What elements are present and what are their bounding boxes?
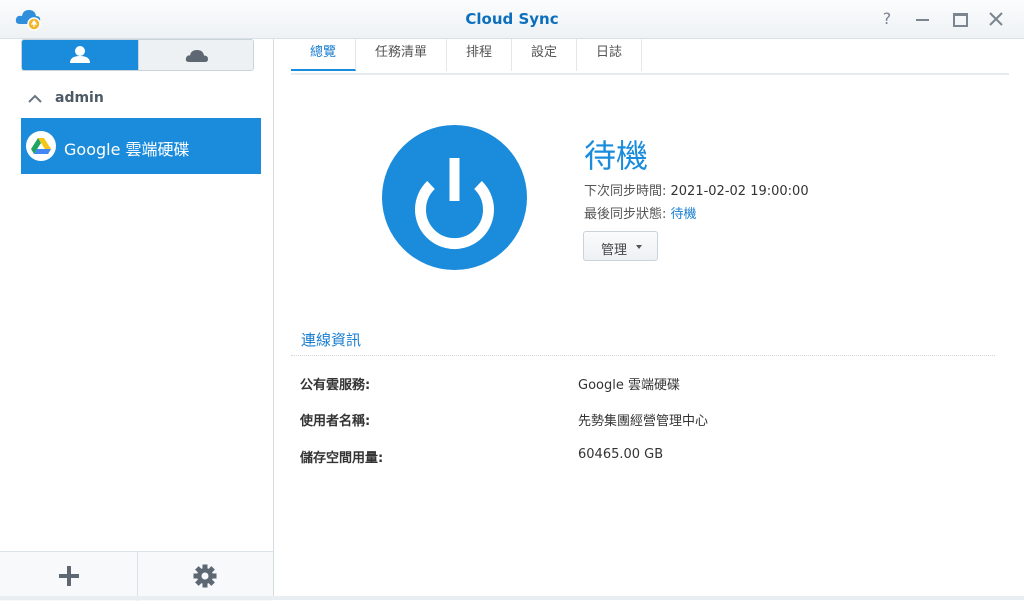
add-connection-button[interactable] <box>0 552 138 601</box>
status-title: 待機 <box>584 137 649 175</box>
maximize-button[interactable] <box>951 10 969 28</box>
sidebar: admin Google 雲端硬碟 <box>0 39 274 601</box>
view-switcher <box>21 39 254 71</box>
title-bar: Cloud Sync ? <box>0 0 1024 39</box>
tab-schedule[interactable]: 排程 <box>447 39 512 71</box>
next-sync-label: 下次同步時間: <box>584 184 671 199</box>
chevron-up-icon <box>28 94 42 103</box>
manage-label: 管理 <box>601 243 628 258</box>
sidebar-toolbar <box>0 551 273 601</box>
manage-button[interactable]: 管理 <box>583 231 658 261</box>
gear-icon <box>193 564 217 588</box>
cloud-view-button[interactable] <box>138 40 253 70</box>
tab-bar: 總覽 任務清單 排程 設定 日誌 <box>291 39 1009 75</box>
sidebar-item-label: Google 雲端硬碟 <box>64 140 190 159</box>
minimize-button[interactable] <box>914 10 932 28</box>
caret-down-icon <box>636 245 642 249</box>
plus-icon <box>59 566 79 586</box>
row-value-storage-usage: 60465.00 GB <box>578 447 664 462</box>
row-label-username: 使用者名稱: <box>300 414 371 429</box>
row-label-storage-usage: 儲存空間用量: <box>300 451 384 466</box>
row-value-username: 先勢集團經營管理中心 <box>578 414 709 429</box>
google-drive-icon <box>31 138 51 154</box>
status-indicator <box>382 125 527 270</box>
next-sync-line: 下次同步時間: 2021-02-02 19:00:00 <box>584 180 809 199</box>
section-title-connection: 連線資訊 <box>301 331 362 349</box>
cloud-icon <box>185 50 208 62</box>
settings-button[interactable] <box>138 552 273 601</box>
section-divider <box>291 355 995 356</box>
row-value-cloud-service: Google 雲端硬碟 <box>578 378 680 393</box>
last-status-value[interactable]: 待機 <box>671 207 697 222</box>
window-title: Cloud Sync <box>465 10 559 28</box>
close-icon <box>989 12 1003 26</box>
close-button[interactable] <box>987 10 1005 28</box>
power-icon <box>415 158 494 250</box>
main-panel: 總覽 任務清單 排程 設定 日誌 待機 下次同步時間: 2021-02-02 1… <box>274 39 1024 600</box>
user-view-button[interactable] <box>22 40 138 70</box>
tab-log[interactable]: 日誌 <box>577 39 642 71</box>
last-status-line: 最後同步狀態: 待機 <box>584 203 697 222</box>
tab-task-list[interactable]: 任務清單 <box>356 39 447 71</box>
row-label-cloud-service: 公有雲服務: <box>300 378 371 393</box>
sidebar-item-google-drive[interactable]: Google 雲端硬碟 <box>21 118 261 174</box>
group-label: admin <box>55 90 104 106</box>
help-button[interactable]: ? <box>878 10 896 28</box>
last-status-label: 最後同步狀態: <box>584 207 671 222</box>
tab-overview[interactable]: 總覽 <box>291 39 356 71</box>
user-icon <box>70 46 90 63</box>
tab-settings[interactable]: 設定 <box>512 39 577 71</box>
window-bottom-edge <box>0 596 1024 600</box>
next-sync-value: 2021-02-02 19:00:00 <box>670 184 809 199</box>
